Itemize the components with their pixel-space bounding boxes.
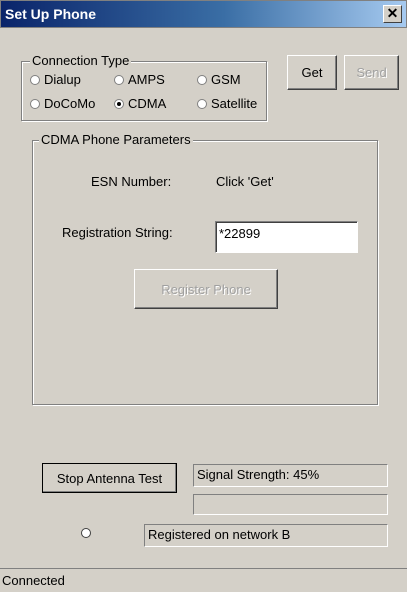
window-title: Set Up Phone (5, 6, 97, 22)
radio-satellite-circle (197, 98, 207, 109)
radio-gsm[interactable]: GSM (197, 72, 241, 87)
register-phone-button[interactable]: Register Phone (134, 269, 278, 309)
get-button-label: Get (301, 65, 323, 80)
status-text: Connected (2, 573, 65, 588)
radio-satellite-label: Satellite (211, 96, 258, 111)
registration-input[interactable]: *22899 (215, 221, 358, 253)
registration-label: Registration String: (62, 225, 173, 240)
radio-dialup-label: Dialup (44, 72, 81, 87)
cdma-params-label: CDMA Phone Parameters (39, 132, 193, 147)
radio-amps[interactable]: AMPS (114, 72, 165, 87)
radio-cdma-label: CDMA (128, 96, 167, 111)
send-button[interactable]: Send (344, 55, 399, 90)
radio-dialup-circle (30, 74, 40, 85)
radio-docomo[interactable]: DoCoMo (30, 96, 95, 111)
radio-satellite[interactable]: Satellite (197, 96, 257, 111)
register-phone-label: Register Phone (161, 281, 251, 297)
radio-amps-label: AMPS (128, 72, 165, 87)
radio-amps-circle (114, 74, 124, 85)
radio-dialup[interactable]: Dialup (30, 72, 81, 87)
radio-cdma[interactable]: CDMA (114, 96, 166, 111)
connection-type-group: Connection Type Dialup AMPS GSM DoCoMo C… (21, 53, 267, 121)
connection-type-label: Connection Type (30, 53, 132, 68)
radio-docomo-label: DoCoMo (44, 96, 96, 111)
title-bar: Set Up Phone ✕ (0, 0, 407, 28)
get-button[interactable]: Get (287, 55, 337, 90)
send-button-label: Send (356, 65, 387, 80)
network-indicator-icon (81, 528, 91, 538)
network-status-text: Registered on network B (148, 527, 291, 542)
signal-progress-bar (193, 494, 388, 515)
close-icon: ✕ (386, 5, 399, 21)
close-button[interactable]: ✕ (383, 5, 402, 23)
status-bar: Connected (0, 568, 407, 592)
network-status-box: Registered on network B (144, 524, 388, 547)
esn-value: Click 'Get' (216, 174, 274, 189)
signal-strength-box: Signal Strength: 45% (193, 464, 388, 487)
radio-cdma-circle (114, 98, 124, 109)
radio-docomo-circle (30, 98, 40, 109)
stop-antenna-test-button[interactable]: Stop Antenna Test (42, 463, 177, 493)
esn-label: ESN Number: (91, 174, 172, 189)
radio-gsm-label: GSM (211, 72, 241, 87)
cdma-params-group: CDMA Phone Parameters ESN Number: Click … (32, 132, 378, 405)
stop-antenna-test-label: Stop Antenna Test (56, 470, 163, 486)
signal-strength-text: Signal Strength: 45% (197, 467, 320, 482)
radio-gsm-circle (197, 74, 207, 85)
